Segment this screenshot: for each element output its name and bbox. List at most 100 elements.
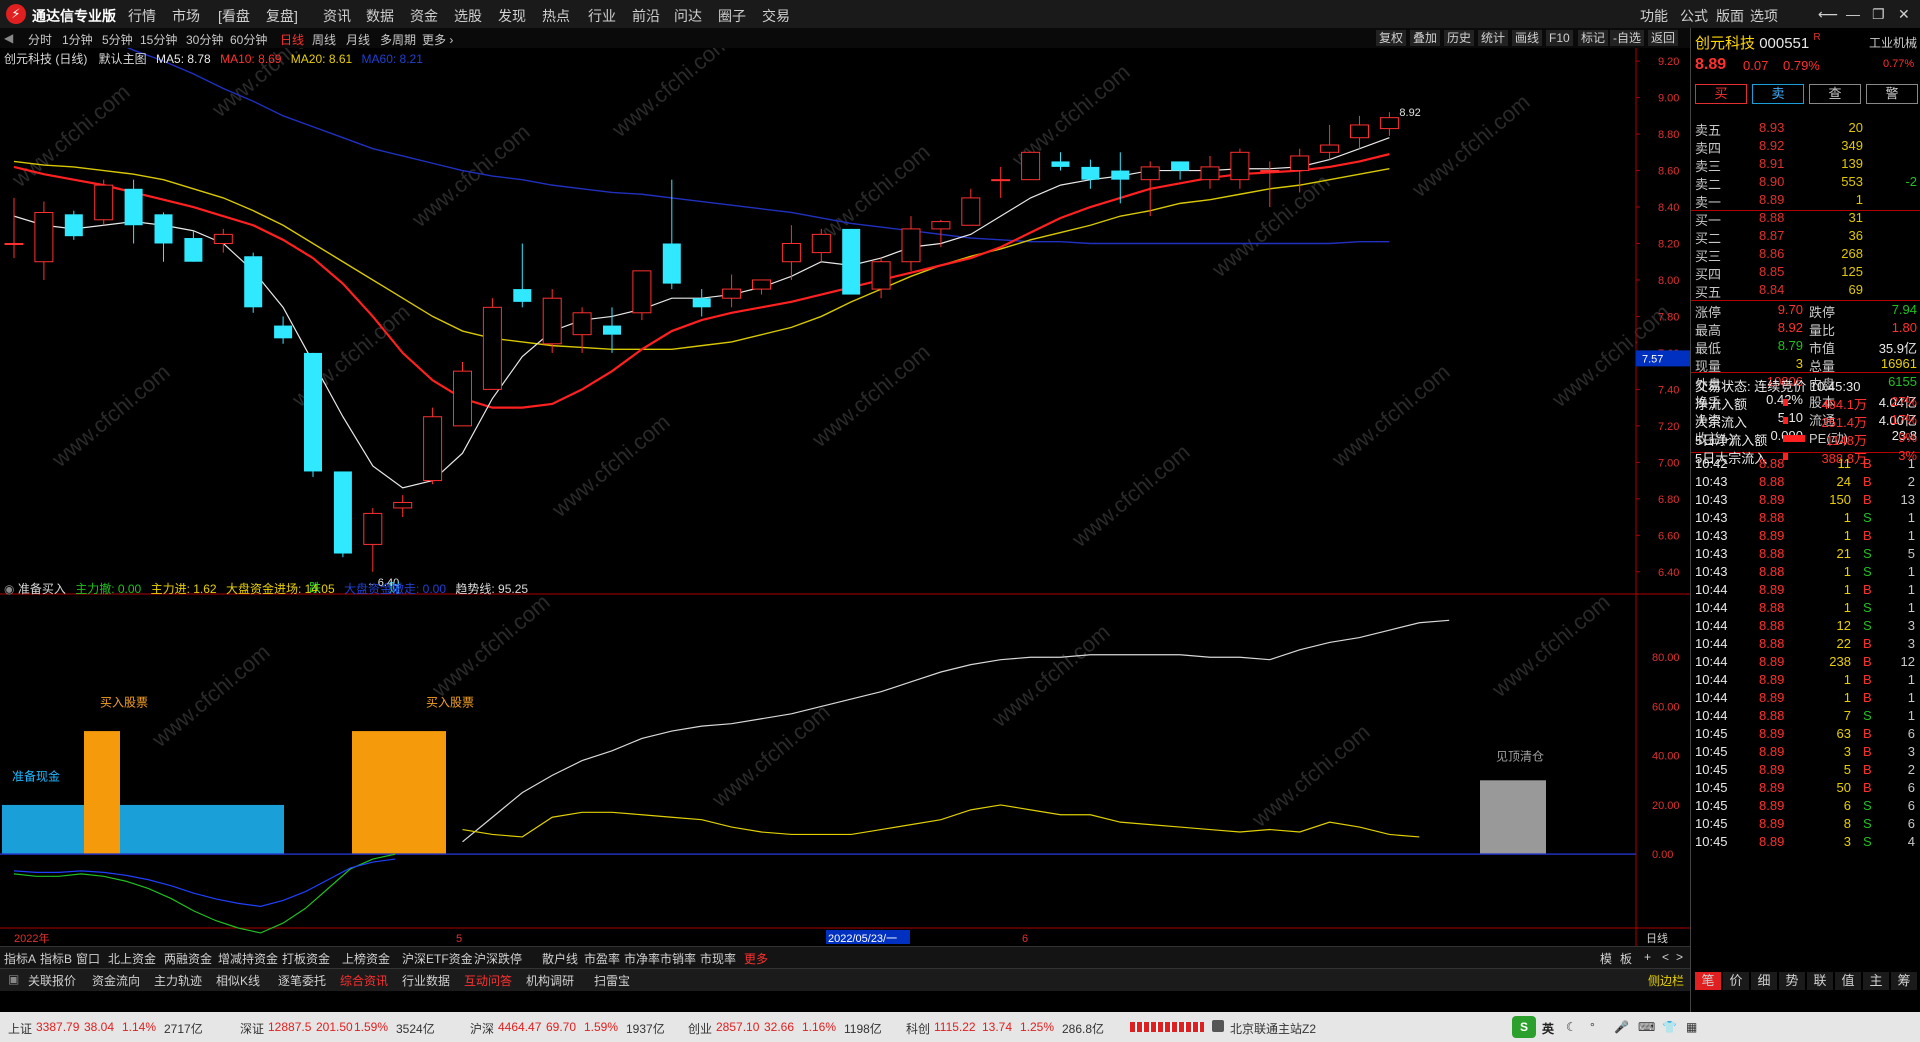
shirt-icon[interactable]: 👕 [1662,1020,1677,1034]
candle-body-7[interactable] [213,233,233,244]
quote-tab-0[interactable]: 笔 [1695,972,1721,990]
chart-tool-2[interactable]: 历史 [1444,30,1475,46]
menu-item-4[interactable]: 资讯 [323,6,351,26]
candle-body-20[interactable] [603,325,621,335]
candle-body-0[interactable] [4,242,24,245]
info-tab-7[interactable]: 互动问答 [464,972,512,989]
close-icon[interactable]: ✕ [1898,6,1910,23]
candle-body-37[interactable] [1111,170,1130,180]
menu-item-3[interactable]: 复盘] [266,6,298,26]
info-tab-1[interactable]: 资金流向 [92,972,140,989]
candle-body-13[interactable] [393,501,413,509]
info-tab-0[interactable]: 关联报价 [28,972,76,989]
candle-body-36[interactable] [1081,166,1100,180]
sidebar-toggle[interactable]: 侧边栏 [1648,972,1684,989]
candle-body-26[interactable] [781,242,801,263]
trade-button-1[interactable]: 卖 [1752,84,1804,104]
period-tab-0[interactable]: 分时 [28,31,52,48]
menu-item-12[interactable]: 问达 [674,6,702,26]
info-tab-5[interactable]: 综合资讯 [340,972,388,989]
indicator-tab-10[interactable]: 散户线 [542,950,578,967]
trade-button-3[interactable]: 警 [1866,84,1918,104]
chart-tool-6[interactable]: 标记 [1578,30,1609,46]
indicator-right-1[interactable]: 板 [1620,950,1632,967]
period-tab-10[interactable]: 更多 › [422,31,453,48]
candle-body-40[interactable] [1200,166,1220,181]
sub-chart-title[interactable]: 准备买入 [18,582,66,596]
menu-item-1[interactable]: 市场 [172,6,200,26]
candle-body-32[interactable] [961,197,981,226]
candle-body-18[interactable] [542,297,562,345]
menu-item-7[interactable]: 选股 [454,6,482,26]
collapse-icon[interactable]: ◉ [4,582,14,596]
indicator-tab-5[interactable]: 增减持资金 [218,950,278,967]
minimize-icon[interactable]: — [1846,6,1860,22]
indicator-tab-4[interactable]: 两融资金 [164,950,212,967]
menu-item-0[interactable]: 行情 [128,6,156,26]
menu-item-13[interactable]: 圈子 [718,6,746,26]
mic-icon[interactable]: 🎤 [1614,1020,1629,1034]
industry-label[interactable]: 工业机械 [1869,34,1917,51]
indicator-tab-12[interactable]: 市净率 [624,950,660,967]
candle-body-21[interactable] [632,270,652,314]
candle-body-25[interactable] [752,279,771,290]
info-tab-9[interactable]: 扫雷宝 [594,972,630,989]
period-tab-6[interactable]: 日线 [280,31,304,48]
quote-tab-4[interactable]: 联 [1807,972,1833,990]
moon-icon[interactable]: ☾ [1566,1020,1577,1034]
chart-tool-7[interactable]: -自选 [1610,30,1644,46]
candle-body-30[interactable] [901,228,921,263]
candle-body-28[interactable] [842,228,861,295]
menu-right-3[interactable]: 选项 [1750,6,1778,26]
info-tab-6[interactable]: 行业数据 [402,972,450,989]
ime-mode[interactable]: 英 [1542,1020,1554,1037]
candle-body-38[interactable] [1140,166,1160,181]
chart-tool-0[interactable]: 复权 [1376,30,1407,46]
candle-body-27[interactable] [811,233,831,254]
candle-body-45[interactable] [1350,124,1369,139]
candle-body-39[interactable] [1171,161,1190,171]
candle-body-34[interactable] [1021,151,1041,181]
candle-body-35[interactable] [1051,161,1070,167]
candle-body-2[interactable] [64,214,83,237]
period-tab-5[interactable]: 60分钟 [230,31,267,48]
candle-body-44[interactable] [1320,144,1340,153]
ime-logo-icon[interactable]: S [1512,1016,1536,1038]
candle-body-9[interactable] [274,325,293,339]
indicator-tab-0[interactable]: 指标A [4,950,36,967]
chart-tool-8[interactable]: 返回 [1648,30,1679,46]
trade-button-2[interactable]: 查 [1809,84,1861,104]
menu-right-1[interactable]: 公式 [1680,6,1708,26]
menu-item-11[interactable]: 前沿 [632,6,660,26]
menu-item-10[interactable]: 行业 [588,6,616,26]
period-tab-1[interactable]: 1分钟 [62,31,93,48]
info-tab-8[interactable]: 机构调研 [526,972,574,989]
quote-tab-7[interactable]: 筹 [1891,972,1917,990]
indicator-right-4[interactable]: > [1676,950,1683,964]
indicator-tab-8[interactable]: 沪深ETF资金 [402,950,473,967]
candle-body-22[interactable] [662,243,681,284]
quote-tab-3[interactable]: 势 [1779,972,1805,990]
restore-icon[interactable]: ❐ [1872,6,1885,23]
indicator-tab-2[interactable]: 窗口 [76,950,100,967]
candle-body-14[interactable] [423,416,443,482]
menu-item-9[interactable]: 热点 [542,6,570,26]
info-tab-2[interactable]: 主力轨迹 [154,972,202,989]
candle-body-6[interactable] [184,238,203,262]
menu-item-2[interactable]: [看盘 [218,6,250,26]
indicator-right-3[interactable]: < [1662,950,1669,964]
candle-body-17[interactable] [513,289,532,302]
indicator-tab-3[interactable]: 北上资金 [108,950,156,967]
indicator-right-2[interactable]: + [1644,950,1651,964]
info-tab-4[interactable]: 逐笔委托 [278,972,326,989]
candle-body-46[interactable] [1379,117,1399,130]
indicator-tab-9[interactable]: 沪深跌停 [474,950,522,967]
trade-button-0[interactable]: 买 [1695,84,1747,104]
candle-body-5[interactable] [154,214,173,244]
chart-tool-4[interactable]: 画线 [1512,30,1543,46]
indicator-right-0[interactable]: 模 [1600,950,1612,967]
menu-right-2[interactable]: 版面 [1716,6,1744,26]
period-tab-7[interactable]: 周线 [312,31,336,48]
menu-item-5[interactable]: 数据 [366,6,394,26]
quote-tab-2[interactable]: 细 [1751,972,1777,990]
